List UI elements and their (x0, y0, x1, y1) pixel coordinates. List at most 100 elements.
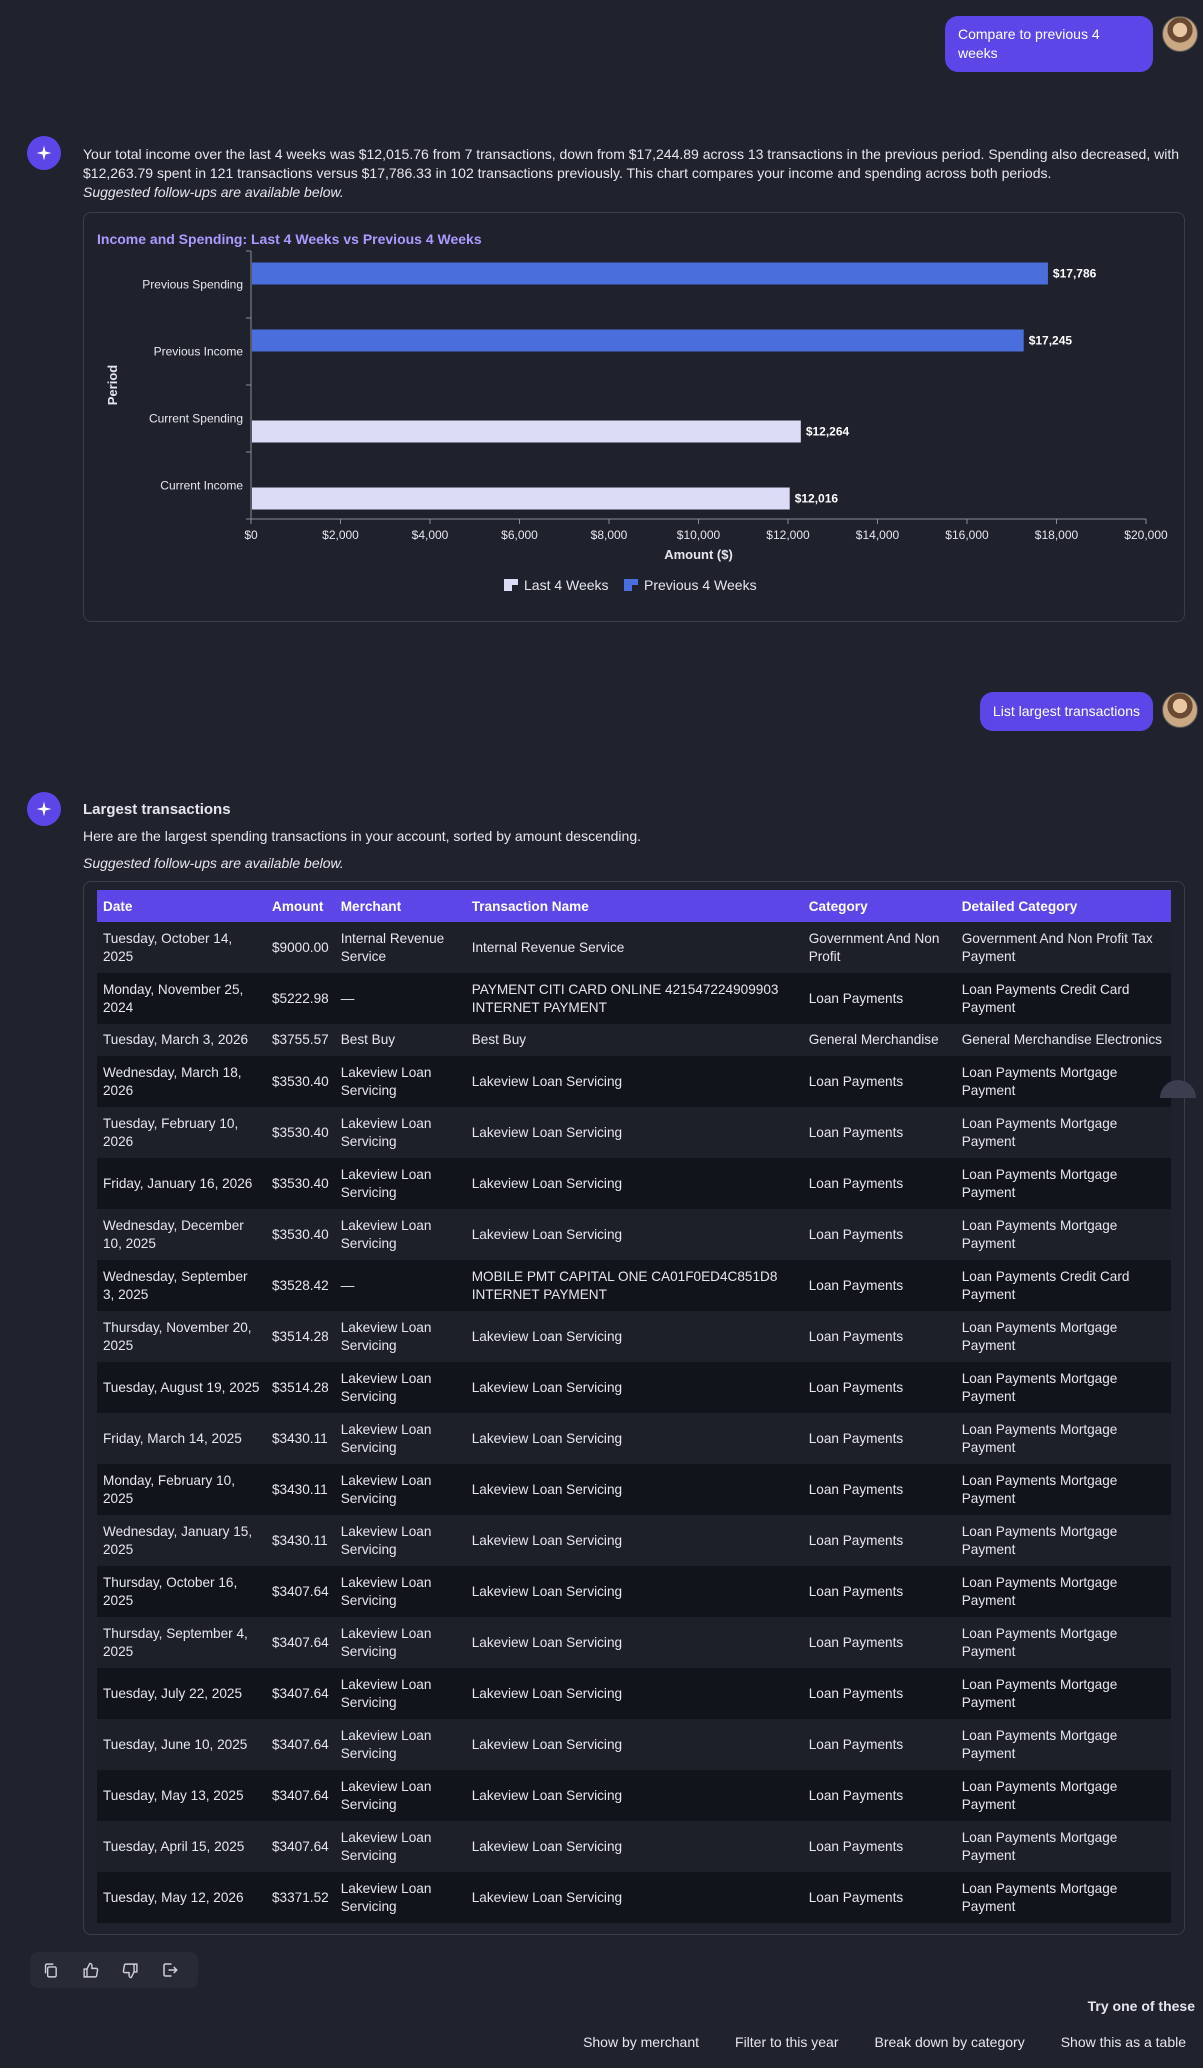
table-cell: PAYMENT CITI CARD ONLINE 421547224909903… (471, 981, 779, 1015)
table-cell: Thursday, September 4, 2025 (103, 1625, 248, 1659)
table-cell: Lakeview Loan Servicing (471, 1226, 623, 1242)
table-cell: Loan Payments (808, 1736, 904, 1752)
share-icon (163, 1963, 178, 1977)
legend-swatch (624, 579, 638, 585)
table-cell: Loan Payments (808, 990, 904, 1006)
bar-value-label: $17,245 (1029, 334, 1073, 348)
table-cell: Loan Payments (808, 1838, 904, 1854)
user-message-text: List largest transactions (992, 703, 1140, 719)
table-cell: Tuesday, October 14, 2025 (103, 930, 233, 964)
y-tick-label: Current Spending (149, 412, 243, 426)
column-header[interactable]: Category (802, 890, 956, 922)
sparkle-icon (36, 801, 52, 817)
followups-note: Suggested follow-ups are available below… (83, 184, 344, 200)
table-cell: General Merchandise (808, 1032, 939, 1047)
legend-swatch (504, 585, 512, 591)
table-row: Monday, November 25, 2024 $5222.98 — PAYMEN… (97, 973, 1171, 1024)
legend-swatch (504, 579, 518, 585)
table-cell: Wednesday, December 10, 2025 (103, 1217, 244, 1251)
table-cell: Tuesday, February 10, 2026 (103, 1115, 239, 1149)
table-cell: Friday, January 16, 2026 (103, 1175, 253, 1191)
table-cell: Lakeview Loan Servicing (340, 1880, 432, 1914)
column-header[interactable]: Date (97, 890, 266, 922)
table-cell: Loan Payments (808, 1583, 904, 1599)
table-cell: Lakeview Loan Servicing (471, 1838, 623, 1854)
x-tick-label: $20,000 (1124, 528, 1168, 542)
table-cell: Lakeview Loan Servicing (471, 1532, 623, 1548)
x-tick-label: $4,000 (412, 528, 449, 542)
table-cell: Loan Payments Mortgage Payment (961, 1217, 1118, 1251)
suggestion-chip-filter-this-year[interactable]: Filter to this year (726, 2028, 847, 2056)
table-cell: Lakeview Loan Servicing (340, 1574, 432, 1608)
column-header[interactable]: Transaction Name (465, 890, 803, 922)
table-row: Tuesday, May 13, 2025 $3407.64 Lakeview Lo… (97, 1770, 1171, 1821)
table-cell: $3407.64 (272, 1634, 329, 1650)
table-cell: Lakeview Loan Servicing (340, 1625, 432, 1659)
table-cell: Loan Payments Credit Card Payment (961, 1268, 1130, 1302)
table-cell: Wednesday, January 15, 2025 (103, 1523, 253, 1557)
table-cell: $3430.11 (272, 1532, 328, 1548)
table-cell: $3407.64 (272, 1838, 329, 1854)
table-card: Date Amount Merchant Transaction Name Ca… (83, 881, 1185, 1935)
table-row: Tuesday, August 19, 2025 $3514.28 Lakeview… (97, 1362, 1171, 1413)
table-cell: Lakeview Loan Servicing (340, 1472, 432, 1506)
table-cell: MOBILE PMT CAPITAL ONE CA01F0ED4C851D8 I… (471, 1268, 778, 1302)
x-tick-label: $8,000 (591, 528, 628, 542)
column-header[interactable]: Amount (266, 890, 335, 922)
table-cell: Lakeview Loan Servicing (471, 1583, 623, 1599)
table-cell: Loan Payments (808, 1124, 904, 1140)
like-button[interactable] (70, 1962, 110, 1979)
table-row: Tuesday, June 10, 2025 $3407.64 Lakeview L… (97, 1719, 1171, 1770)
table-cell: Lakeview Loan Servicing (471, 1430, 623, 1446)
table-cell: Loan Payments Mortgage Payment (961, 1625, 1118, 1659)
table-cell: Lakeview Loan Servicing (471, 1736, 623, 1752)
table-cell: Lakeview Loan Servicing (340, 1676, 432, 1710)
column-header[interactable]: Merchant (334, 890, 466, 922)
table-cell: Tuesday, August 19, 2025 (103, 1379, 260, 1395)
table-row: Thursday, November 20, 2025 $3514.28 Lakev… (97, 1311, 1171, 1362)
table-cell: Government And Non Profit Tax Payment (961, 930, 1153, 964)
x-tick-label: $12,000 (766, 528, 810, 542)
table-cell: Lakeview Loan Servicing (340, 1421, 432, 1455)
table-cell: $5222.98 (272, 990, 329, 1006)
table-cell: Loan Payments (808, 1379, 904, 1395)
suggestion-chip-show-by-merchant[interactable]: Show by merchant (574, 2028, 708, 2056)
x-tick-label: $0 (244, 528, 258, 542)
table-cell: Lakeview Loan Servicing (340, 1115, 432, 1149)
table-cell: Loan Payments Mortgage Payment (961, 1676, 1118, 1710)
share-button[interactable] (150, 1961, 190, 1979)
table-cell: Lakeview Loan Servicing (471, 1124, 623, 1140)
column-header[interactable]: Detailed Category (955, 890, 1171, 922)
table-row: Wednesday, December 10, 2025 $3530.40 Lake… (97, 1209, 1171, 1260)
assistant-message: Your total income over the last 4 weeks … (83, 145, 1183, 202)
y-tick-label: Current Income (160, 479, 243, 493)
copy-button[interactable] (30, 1962, 70, 1979)
followups-note: Suggested follow-ups are available below… (83, 855, 344, 871)
table-row: Thursday, September 4, 2025 $3407.64 Lakev… (97, 1617, 1171, 1668)
table-cell: Loan Payments (808, 1634, 904, 1650)
table-cell: General Merchandise Electronics (961, 1032, 1162, 1047)
dislike-button[interactable] (110, 1962, 150, 1979)
table-cell: Tuesday, May 12, 2026 (103, 1889, 244, 1905)
table-cell: Lakeview Loan Servicing (340, 1778, 432, 1812)
x-tick-label: $16,000 (945, 528, 989, 542)
table-row: Wednesday, January 15, 2025 $3430.11 Lakev… (97, 1515, 1171, 1566)
table-cell: Lakeview Loan Servicing (471, 1634, 623, 1650)
copy-icon (44, 1962, 57, 1978)
table-cell: — (340, 1277, 355, 1293)
suggestion-chips: Show by merchant Filter to this year Bre… (556, 2028, 1195, 2056)
table-cell: Loan Payments (808, 1430, 904, 1446)
table-cell: $3530.40 (272, 1226, 329, 1242)
table-cell: Loan Payments Mortgage Payment (961, 1472, 1118, 1506)
user-message-row: List largest transactions (979, 692, 1203, 731)
table-cell: Loan Payments (808, 1328, 904, 1344)
message-title: Largest transactions (83, 801, 231, 818)
transactions-table: Date Amount Merchant Transaction Name Ca… (97, 890, 1171, 1923)
table-cell: Loan Payments (808, 1481, 904, 1497)
table-row: Friday, March 14, 2025 $3430.11 Lakeview L… (97, 1413, 1171, 1464)
table-cell: $3430.11 (272, 1430, 328, 1446)
suggestion-chip-break-down-category[interactable]: Break down by category (866, 2028, 1034, 2056)
table-cell: Loan Payments Mortgage Payment (961, 1829, 1118, 1863)
suggestion-chip-show-as-table[interactable]: Show this as a table (1052, 2028, 1195, 2056)
table-cell: $3514.28 (272, 1328, 329, 1344)
